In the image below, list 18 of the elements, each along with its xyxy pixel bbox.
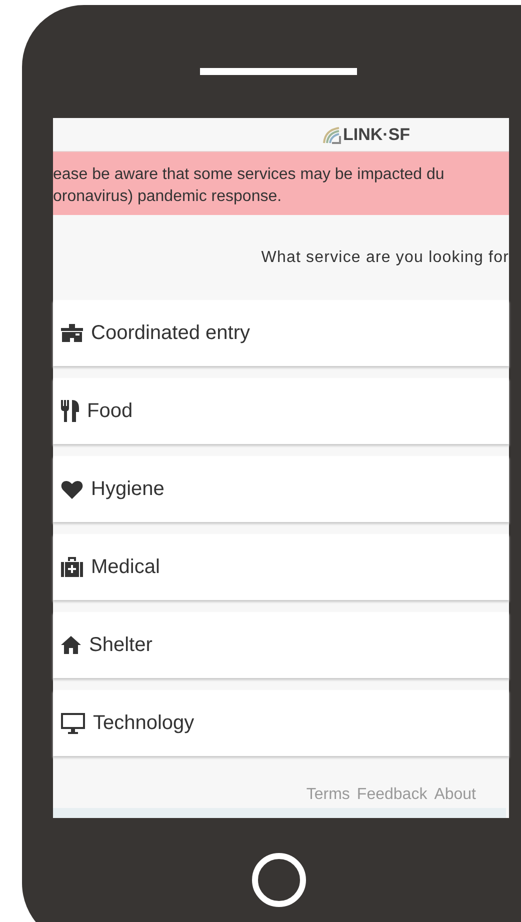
logo-text: LINK·SF <box>343 124 410 144</box>
heart-icon <box>61 480 83 498</box>
monitor-icon <box>61 712 85 734</box>
logo-icon <box>322 126 342 144</box>
alert-text: ease be aware that some services may be impacted du <box>53 165 446 185</box>
service-button[interactable]: Coordinated entry <box>53 300 509 366</box>
service-button[interactable]: Food <box>53 378 509 444</box>
prompt-text: What service are you looking for <box>261 248 509 266</box>
building-icon <box>61 324 83 342</box>
service-button[interactable]: Medical <box>53 534 509 600</box>
medical-kit-icon <box>61 557 83 577</box>
service-button[interactable]: Technology <box>53 690 509 756</box>
service-button[interactable]: Shelter <box>53 612 509 678</box>
alert-text: oronavirus) pandemic response. <box>53 187 283 207</box>
service-button[interactable]: Hygiene <box>53 456 509 522</box>
home-button[interactable] <box>252 853 306 907</box>
house-icon <box>61 636 81 654</box>
utensils-icon <box>61 400 79 422</box>
